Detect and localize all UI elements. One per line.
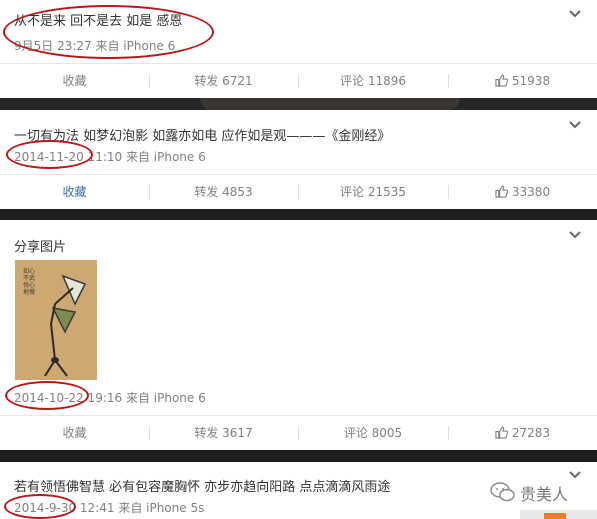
action-bar: 收藏 转发 6721 评论 11896 51938 bbox=[0, 63, 597, 98]
post-text: 若有领悟佛智慧 必有包容魔胸怀 亦步亦趋向阳路 点点滴滴风雨途 bbox=[14, 480, 391, 495]
like-button[interactable]: 33380 bbox=[448, 175, 597, 209]
comment-button[interactable]: 评论 8005 bbox=[298, 416, 448, 450]
annotation-circle bbox=[6, 140, 93, 169]
annotation-circle bbox=[4, 494, 76, 519]
repost-button[interactable]: 转发 6721 bbox=[149, 64, 298, 98]
post-image[interactable]: 如心不武 悦心地慢 bbox=[15, 260, 97, 380]
like-count: 51938 bbox=[511, 74, 551, 88]
annotation-circle bbox=[3, 5, 214, 59]
repost-button[interactable]: 转发 3617 bbox=[149, 416, 298, 450]
comment-button[interactable]: 评论 21535 bbox=[298, 175, 448, 209]
wechat-icon bbox=[490, 482, 515, 502]
image-caption: 如心不武 悦心地慢 bbox=[23, 268, 36, 296]
like-button[interactable]: 27283 bbox=[448, 416, 597, 450]
action-bar: 收藏 转发 3617 评论 8005 27283 bbox=[0, 415, 597, 450]
collect-button[interactable]: 收藏 bbox=[0, 64, 149, 98]
thumbs-up-icon bbox=[495, 426, 508, 439]
watermark-text: 贵美人 bbox=[520, 485, 569, 504]
repost-button[interactable]: 转发 4853 bbox=[149, 175, 298, 209]
post-text: 分享图片 bbox=[14, 240, 67, 255]
chevron-down-icon[interactable] bbox=[569, 120, 581, 130]
thumbs-up-icon bbox=[495, 74, 508, 87]
card-divider bbox=[0, 209, 597, 220]
annotation-circle bbox=[5, 381, 89, 410]
image-strip bbox=[0, 98, 597, 110]
corner-bar bbox=[520, 510, 597, 519]
comment-button[interactable]: 评论 11896 bbox=[298, 64, 448, 98]
collect-button[interactable]: 收藏 bbox=[0, 416, 149, 450]
chevron-down-icon[interactable] bbox=[569, 230, 581, 240]
watermark: 贵美人 bbox=[490, 478, 590, 506]
like-count: 33380 bbox=[511, 185, 551, 199]
like-count: 27283 bbox=[511, 426, 551, 440]
thumbs-up-icon bbox=[495, 185, 508, 198]
action-bar: 收藏 转发 4853 评论 21535 33380 bbox=[0, 174, 597, 209]
like-button[interactable]: 51938 bbox=[448, 64, 597, 98]
collect-button[interactable]: 收藏 bbox=[0, 175, 149, 209]
card-divider bbox=[0, 450, 597, 462]
chevron-down-icon[interactable] bbox=[569, 9, 581, 19]
